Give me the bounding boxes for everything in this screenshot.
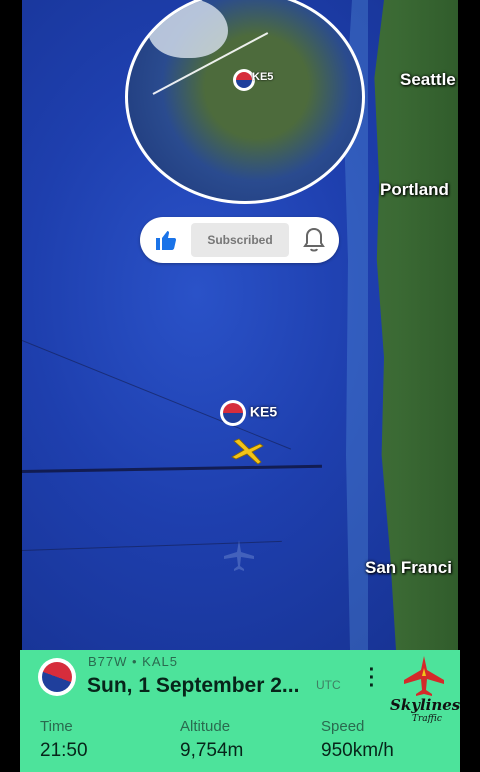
stat-label-altitude: Altitude — [180, 718, 231, 735]
thumbs-up-icon[interactable] — [154, 228, 178, 252]
timezone-label: UTC — [316, 678, 341, 692]
korean-air-flag-icon — [220, 400, 246, 426]
ocean-ridge — [22, 340, 292, 450]
flight-callsign: KE5 — [249, 403, 278, 420]
subscribe-button[interactable]: Subscribed — [191, 223, 289, 257]
airplane-icon[interactable] — [230, 437, 266, 467]
city-label-seattle: Seattle — [400, 70, 456, 89]
flight-marker-label: KE5 — [220, 400, 277, 426]
city-label-portland: Portland — [380, 180, 449, 199]
globe-flight-label: KE5 — [252, 71, 274, 83]
stat-value-altitude: 9,754m — [180, 740, 244, 761]
bell-icon[interactable] — [302, 227, 326, 253]
brand-name: Skylines — [390, 696, 461, 714]
ghost-airplane-icon — [224, 540, 254, 571]
globe-inset: KE5 — [125, 0, 365, 204]
stat-label-speed: Speed — [321, 718, 365, 735]
city-label-san-francisco: San Franci — [365, 558, 452, 577]
more-options-icon[interactable]: · · · — [368, 660, 376, 696]
skylines-traffic-logo: Skylines Traffic — [388, 650, 460, 730]
aircraft-code: B77W • KAL5 — [88, 654, 178, 669]
jet-logo-icon — [404, 656, 444, 696]
flight-date: Sun, 1 September 2... — [87, 674, 300, 697]
stat-value-time: 21:50 — [40, 740, 88, 761]
stat-value-speed: 950km/h — [321, 740, 394, 761]
fracture-zone — [22, 464, 322, 473]
subscribe-widget: Subscribed — [140, 217, 339, 263]
globe-ice — [148, 0, 228, 58]
stat-label-time: Time — [40, 718, 73, 735]
airline-logo-icon — [38, 658, 76, 696]
brand-subtitle: Traffic — [412, 714, 442, 724]
